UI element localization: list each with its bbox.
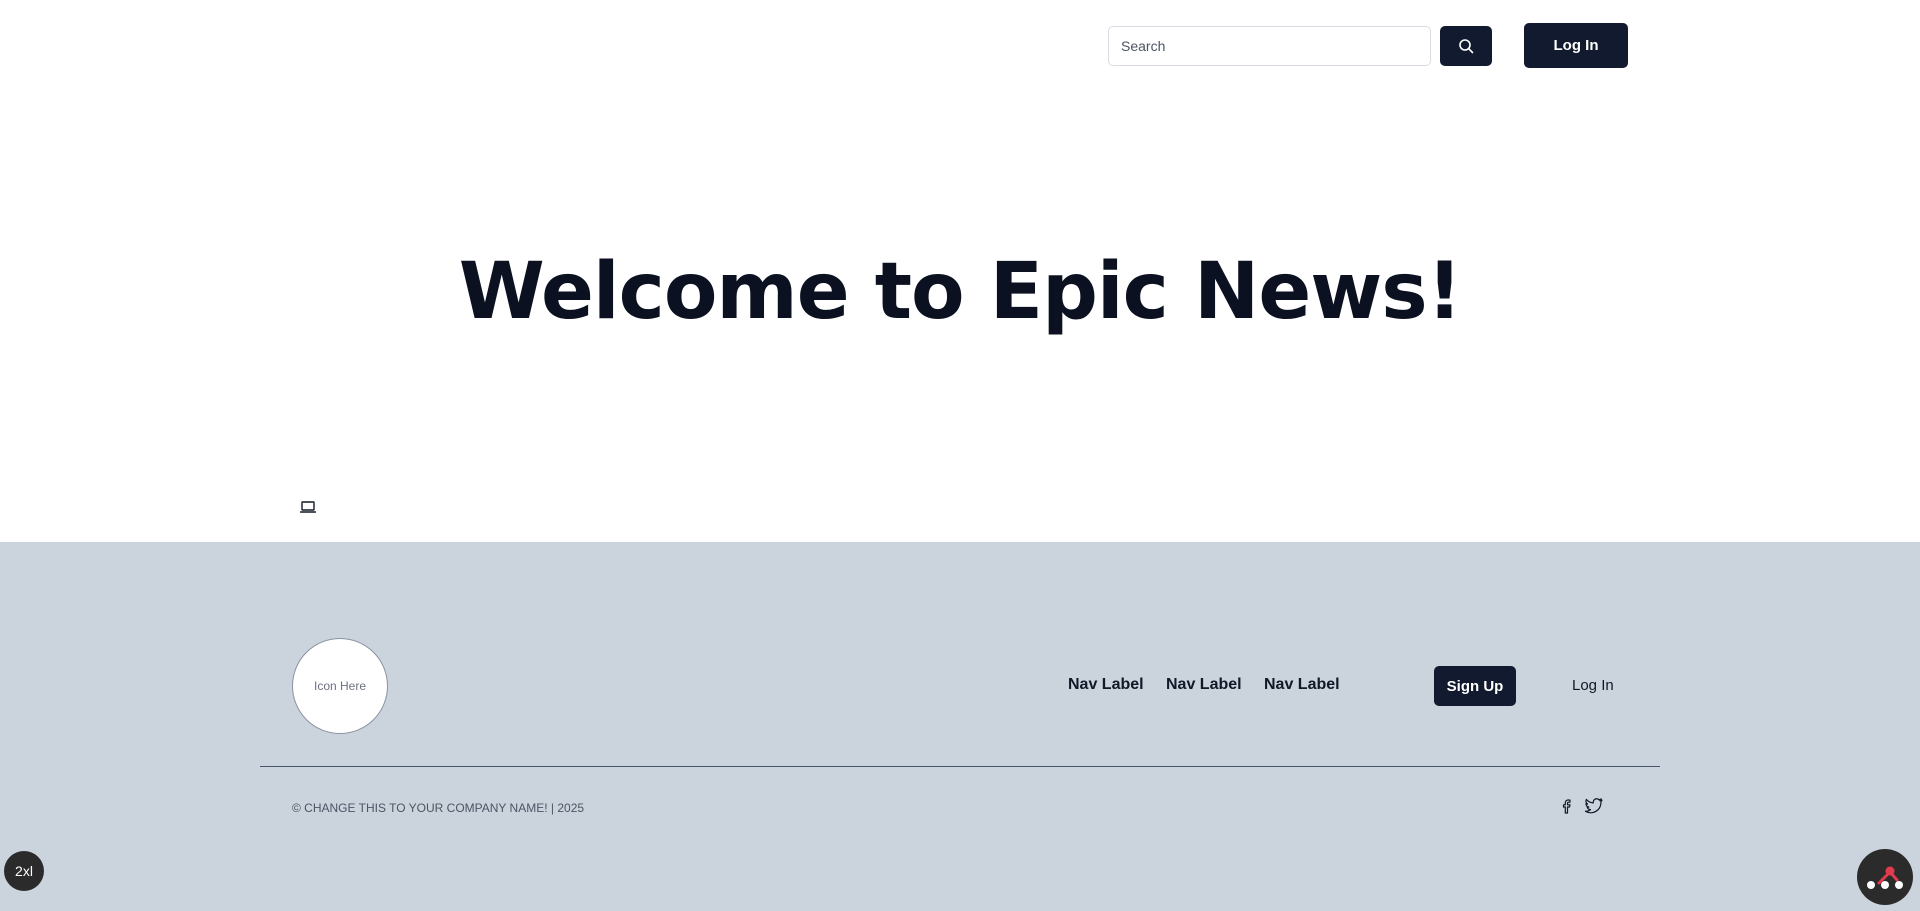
copyright-text: © CHANGE THIS TO YOUR COMPANY NAME! | 20…: [292, 801, 585, 815]
facebook-icon[interactable]: [1558, 798, 1574, 814]
search-icon: [1459, 39, 1474, 54]
laptop-icon: [300, 501, 316, 513]
twitter-icon[interactable]: [1585, 798, 1603, 814]
hero-title: Welcome to Epic News!: [458, 247, 1463, 337]
search-button[interactable]: [1440, 26, 1492, 66]
footer-nav-item-3[interactable]: Nav Label: [1264, 676, 1340, 694]
breakpoint-badge: 2xl: [4, 851, 44, 891]
search-input[interactable]: [1108, 26, 1431, 66]
site-header: Log In: [0, 0, 1920, 90]
footer-divider: [260, 766, 1660, 767]
devtools-icon: [1867, 866, 1903, 889]
footer-nav-item-2[interactable]: Nav Label: [1166, 676, 1242, 694]
footer-logo[interactable]: Icon Here: [292, 638, 388, 734]
footer-logo-label: Icon Here: [313, 679, 367, 693]
devtools-button[interactable]: [1857, 849, 1913, 905]
login-button[interactable]: Log In: [1524, 23, 1628, 68]
site-footer: Icon Here Nav Label Nav Label Nav Label …: [0, 542, 1920, 911]
footer-login-link[interactable]: Log In: [1572, 677, 1614, 694]
footer-nav-item-1[interactable]: Nav Label: [1068, 676, 1144, 694]
signup-button[interactable]: Sign Up: [1434, 666, 1516, 706]
